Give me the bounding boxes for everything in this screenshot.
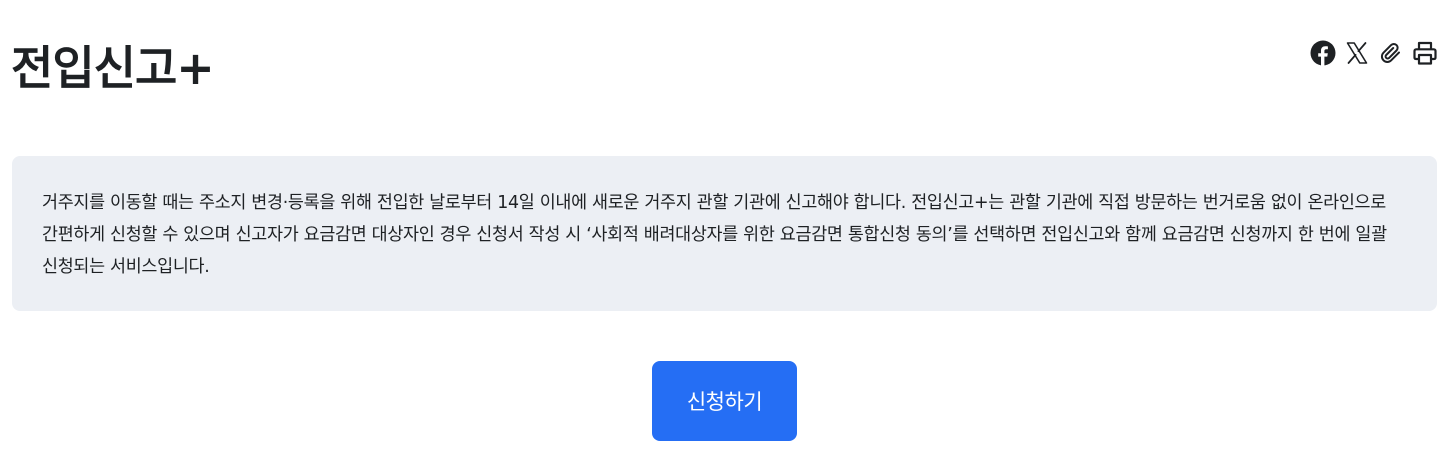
paperclip-icon — [1380, 42, 1400, 63]
copy-link-button[interactable] — [1378, 38, 1404, 68]
x-icon — [1346, 42, 1368, 64]
service-description: 거주지를 이동할 때는 주소지 변경·등록을 위해 전입한 날로부터 14일 이… — [42, 193, 1387, 277]
print-button[interactable] — [1412, 38, 1438, 68]
page: 전입신고+ 거주지를 이동할 때는 주소지 변경·등록을 위해 전입한 날로부터… — [0, 0, 1452, 466]
service-description-box: 거주지를 이동할 때는 주소지 변경·등록을 위해 전입한 날로부터 14일 이… — [12, 156, 1437, 311]
facebook-share-button[interactable] — [1310, 38, 1336, 68]
facebook-icon — [1310, 40, 1336, 66]
print-icon — [1413, 41, 1437, 65]
share-toolbar — [1310, 38, 1438, 68]
page-title: 전입신고+ — [11, 41, 215, 95]
apply-button[interactable]: 신청하기 — [652, 361, 797, 441]
x-share-button[interactable] — [1344, 38, 1370, 68]
